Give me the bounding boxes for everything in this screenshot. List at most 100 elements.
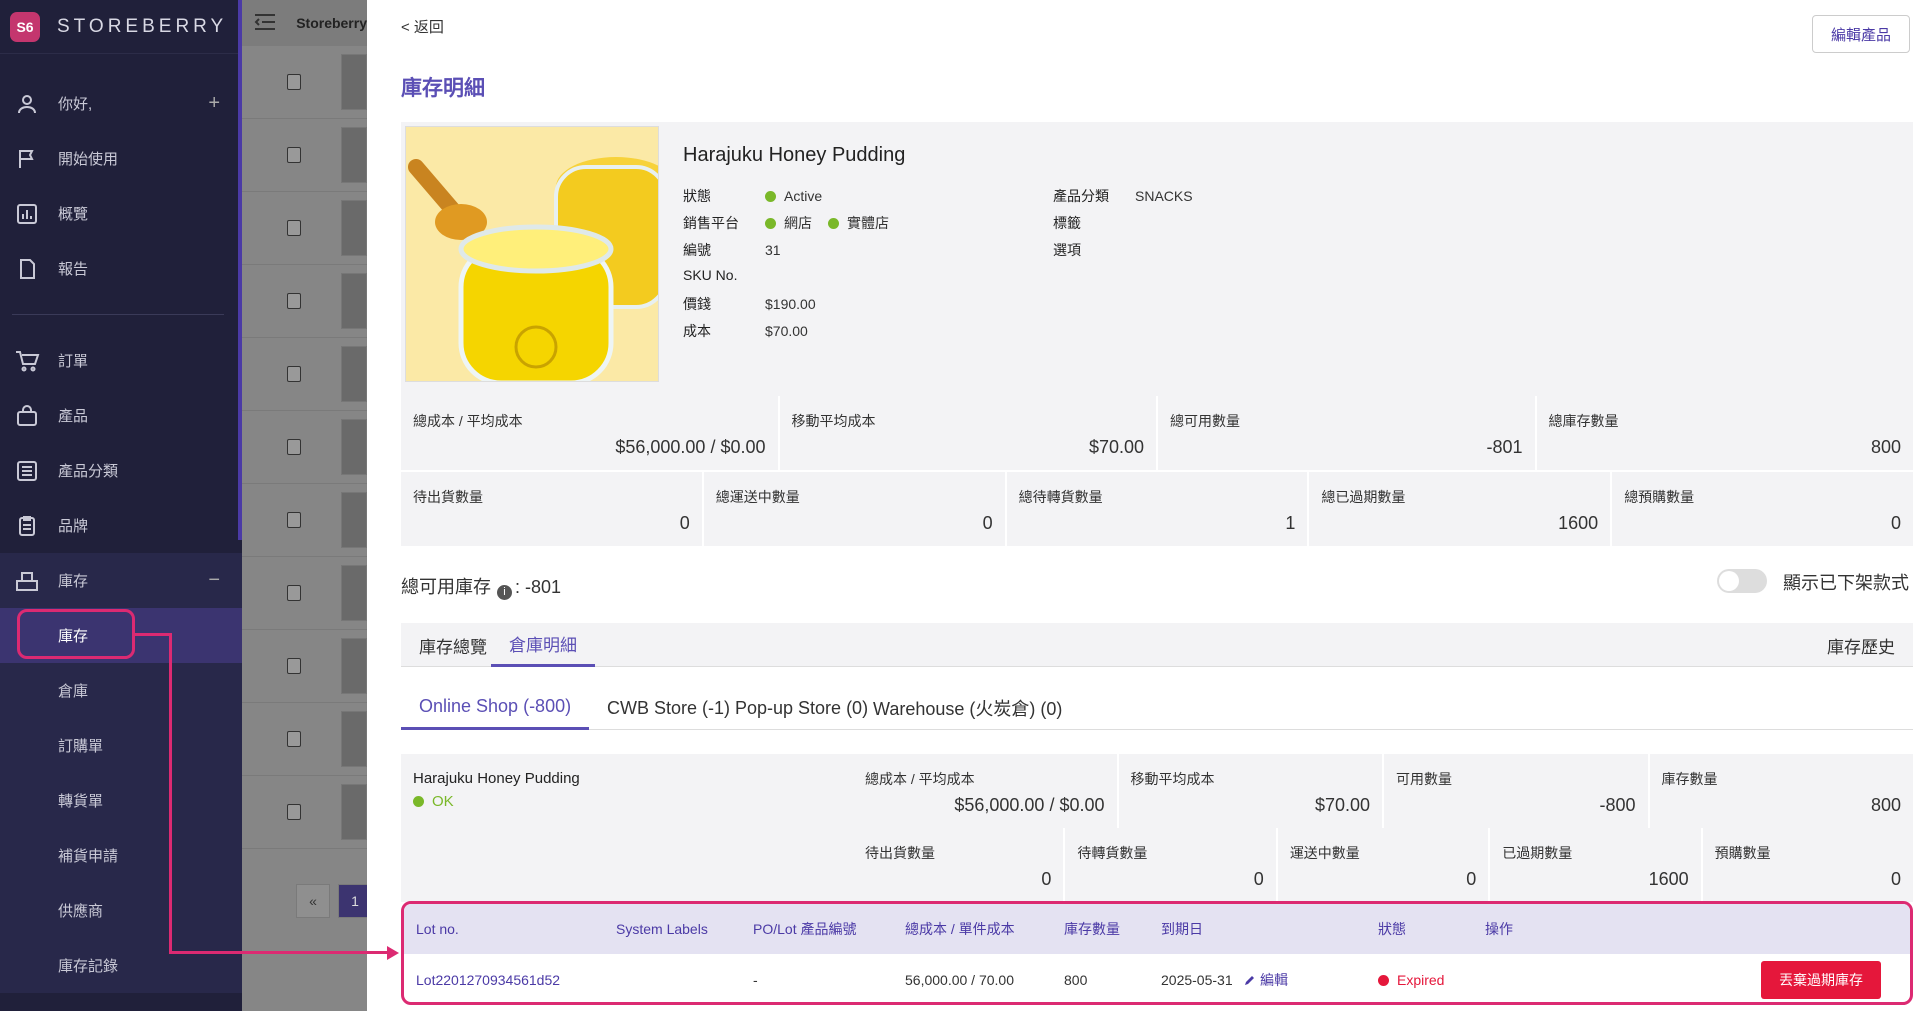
discard-expired-stock-button[interactable]: 丟棄過期庫存 bbox=[1761, 961, 1881, 999]
row-checkbox[interactable] bbox=[287, 439, 301, 455]
tab-inventory-overview[interactable]: 庫存總覽 bbox=[401, 623, 505, 667]
list-item[interactable] bbox=[242, 46, 367, 119]
sidebar-subitem-supplier[interactable]: 供應商 bbox=[0, 883, 242, 938]
sidebar-subitem-inventory-log[interactable]: 庫存記錄 bbox=[0, 938, 242, 993]
list-item[interactable] bbox=[242, 411, 367, 484]
product-thumbnail bbox=[341, 346, 367, 402]
list-item[interactable] bbox=[242, 776, 367, 849]
stat-label: 已過期數量 bbox=[1502, 845, 1573, 861]
lot-number-link[interactable]: Lot2201270934561d52 bbox=[416, 954, 560, 1002]
list-item[interactable] bbox=[242, 703, 367, 776]
field-status: 狀態 Active bbox=[683, 186, 822, 206]
summary-stats-row-1: 總成本 / 平均成本 $56,000.00 / $0.00 移動平均成本 $70.0… bbox=[401, 396, 1913, 470]
sidebar-item-brands[interactable]: 品牌 bbox=[0, 498, 242, 553]
tab-warehouse-fotan[interactable]: Warehouse (火炭倉) (0) bbox=[855, 686, 1080, 730]
product-thumbnail bbox=[341, 273, 367, 329]
row-checkbox[interactable] bbox=[287, 74, 301, 90]
stat-label: 待轉貨數量 bbox=[1077, 845, 1148, 861]
user-icon bbox=[14, 91, 40, 117]
stat-label: 可用數量 bbox=[1396, 771, 1452, 787]
wh-stat-in-transit: 運送中數量 0 bbox=[1277, 828, 1491, 902]
row-checkbox[interactable] bbox=[287, 804, 301, 820]
stat-value: 1600 bbox=[1648, 869, 1689, 889]
inventory-history-link[interactable]: 庫存歷史 bbox=[1827, 623, 1895, 667]
column-header[interactable]: 狀態 bbox=[1378, 904, 1406, 954]
wh-stat-expired: 已過期數量 1600 bbox=[1490, 828, 1703, 902]
sidebar-item-getting-started[interactable]: 開始使用 bbox=[0, 131, 242, 186]
sidebar-item-user[interactable]: 你好, + bbox=[0, 76, 242, 131]
column-header[interactable]: 到期日 bbox=[1161, 904, 1203, 954]
warehouse-status: OK bbox=[413, 793, 454, 810]
sidebar-subitem-purchase-order[interactable]: 訂購單 bbox=[0, 718, 242, 773]
show-delisted-toggle[interactable] bbox=[1717, 569, 1767, 593]
tab-warehouse-detail[interactable]: 倉庫明細 bbox=[491, 623, 595, 667]
list-item[interactable] bbox=[242, 265, 367, 338]
column-header[interactable]: Lot no. bbox=[416, 904, 459, 954]
lot-table: Lot no. System Labels PO/Lot 產品編號 總成本 / … bbox=[401, 901, 1913, 1005]
column-header[interactable]: 庫存數量 bbox=[1064, 904, 1120, 954]
edit-product-button[interactable]: 編輯產品 bbox=[1812, 15, 1910, 53]
plus-icon[interactable]: + bbox=[208, 92, 220, 115]
row-checkbox[interactable] bbox=[287, 512, 301, 528]
stat-value: $56,000.00 / $0.00 bbox=[954, 795, 1105, 815]
sidebar-subitem-restock[interactable]: 補貨申請 bbox=[0, 828, 242, 883]
row-checkbox[interactable] bbox=[287, 585, 301, 601]
edit-expiry-link[interactable]: 編輯 bbox=[1243, 954, 1288, 1002]
back-link[interactable]: < 返回 bbox=[401, 16, 444, 37]
stat-pending-transfer: 總待轉貨數量 1 bbox=[1006, 472, 1310, 546]
wh-stat-moving-avg-cost: 移動平均成本 $70.00 bbox=[1118, 754, 1384, 828]
stat-label: 總成本 / 平均成本 bbox=[865, 771, 975, 787]
show-delisted-label: 顯示已下架款式 bbox=[1783, 573, 1909, 593]
sidebar-item-label: 產品 bbox=[58, 408, 89, 425]
sidebar-subitem-warehouse[interactable]: 倉庫 bbox=[0, 663, 242, 718]
sidebar-nav: 你好, + 開始使用 概覽 報告 訂單 產品 產品分類 品牌 庫存 − 庫存 倉… bbox=[0, 54, 242, 993]
breadcrumb: Storeberry bbox=[296, 15, 367, 31]
inventory-detail-panel: < 返回 編輯產品 庫存明細 Harajuku Honey Pudding 狀態… bbox=[367, 0, 1920, 1011]
column-header[interactable]: 總成本 / 單件成本 bbox=[905, 904, 1015, 954]
list-item[interactable] bbox=[242, 119, 367, 192]
list-item[interactable] bbox=[242, 484, 367, 557]
column-header[interactable]: 操作 bbox=[1485, 904, 1513, 954]
field-label: SKU No. bbox=[683, 267, 738, 283]
stat-label: 庫存數量 bbox=[1661, 771, 1718, 787]
status-dot-icon bbox=[1378, 974, 1389, 986]
list-item[interactable] bbox=[242, 557, 367, 630]
product-thumbnail bbox=[341, 200, 367, 256]
sidebar-divider bbox=[12, 314, 224, 315]
platform-online: 網店 bbox=[784, 215, 812, 231]
column-header[interactable]: System Labels bbox=[616, 904, 708, 954]
tab-online-shop[interactable]: Online Shop (-800) bbox=[401, 686, 590, 730]
collapse-icon[interactable]: − bbox=[208, 569, 220, 592]
pagination-page[interactable]: 1 bbox=[338, 884, 367, 918]
sidebar-item-overview[interactable]: 概覽 bbox=[0, 186, 242, 241]
row-checkbox[interactable] bbox=[287, 220, 301, 236]
list-item[interactable] bbox=[242, 630, 367, 703]
product-thumbnail bbox=[341, 54, 367, 110]
row-checkbox[interactable] bbox=[287, 658, 301, 674]
list-item[interactable] bbox=[242, 338, 367, 411]
info-icon[interactable]: i bbox=[497, 585, 512, 600]
product-thumbnail bbox=[341, 419, 367, 475]
flag-icon bbox=[14, 146, 40, 172]
sidebar-item-categories[interactable]: 產品分類 bbox=[0, 443, 242, 498]
row-checkbox[interactable] bbox=[287, 366, 301, 382]
warehouse-stats-row-1: 總成本 / 平均成本 $56,000.00 / $0.00 移動平均成本 $70.0… bbox=[853, 754, 1913, 828]
sidebar-item-reports[interactable]: 報告 bbox=[0, 241, 242, 296]
row-checkbox[interactable] bbox=[287, 147, 301, 163]
sidebar-item-label: 庫存 bbox=[58, 573, 89, 590]
sidebar-item-orders[interactable]: 訂單 bbox=[0, 333, 242, 388]
field-label: 狀態 bbox=[683, 188, 711, 204]
document-icon bbox=[14, 256, 40, 282]
stat-label: 運送中數量 bbox=[1289, 845, 1360, 861]
brand[interactable]: S6 STOREBERRY bbox=[0, 0, 242, 54]
warehouse-product: Harajuku Honey Pudding OK bbox=[401, 754, 851, 902]
list-item[interactable] bbox=[242, 192, 367, 265]
sidebar-subitem-transfer[interactable]: 轉貨單 bbox=[0, 773, 242, 828]
row-checkbox[interactable] bbox=[287, 731, 301, 747]
row-checkbox[interactable] bbox=[287, 293, 301, 309]
sidebar-item-products[interactable]: 產品 bbox=[0, 388, 242, 443]
menu-collapse-icon[interactable] bbox=[254, 13, 276, 34]
column-header[interactable]: PO/Lot 產品編號 bbox=[753, 904, 856, 954]
sidebar-item-inventory[interactable]: 庫存 − bbox=[0, 553, 242, 608]
pagination-prev[interactable]: « bbox=[296, 884, 330, 918]
